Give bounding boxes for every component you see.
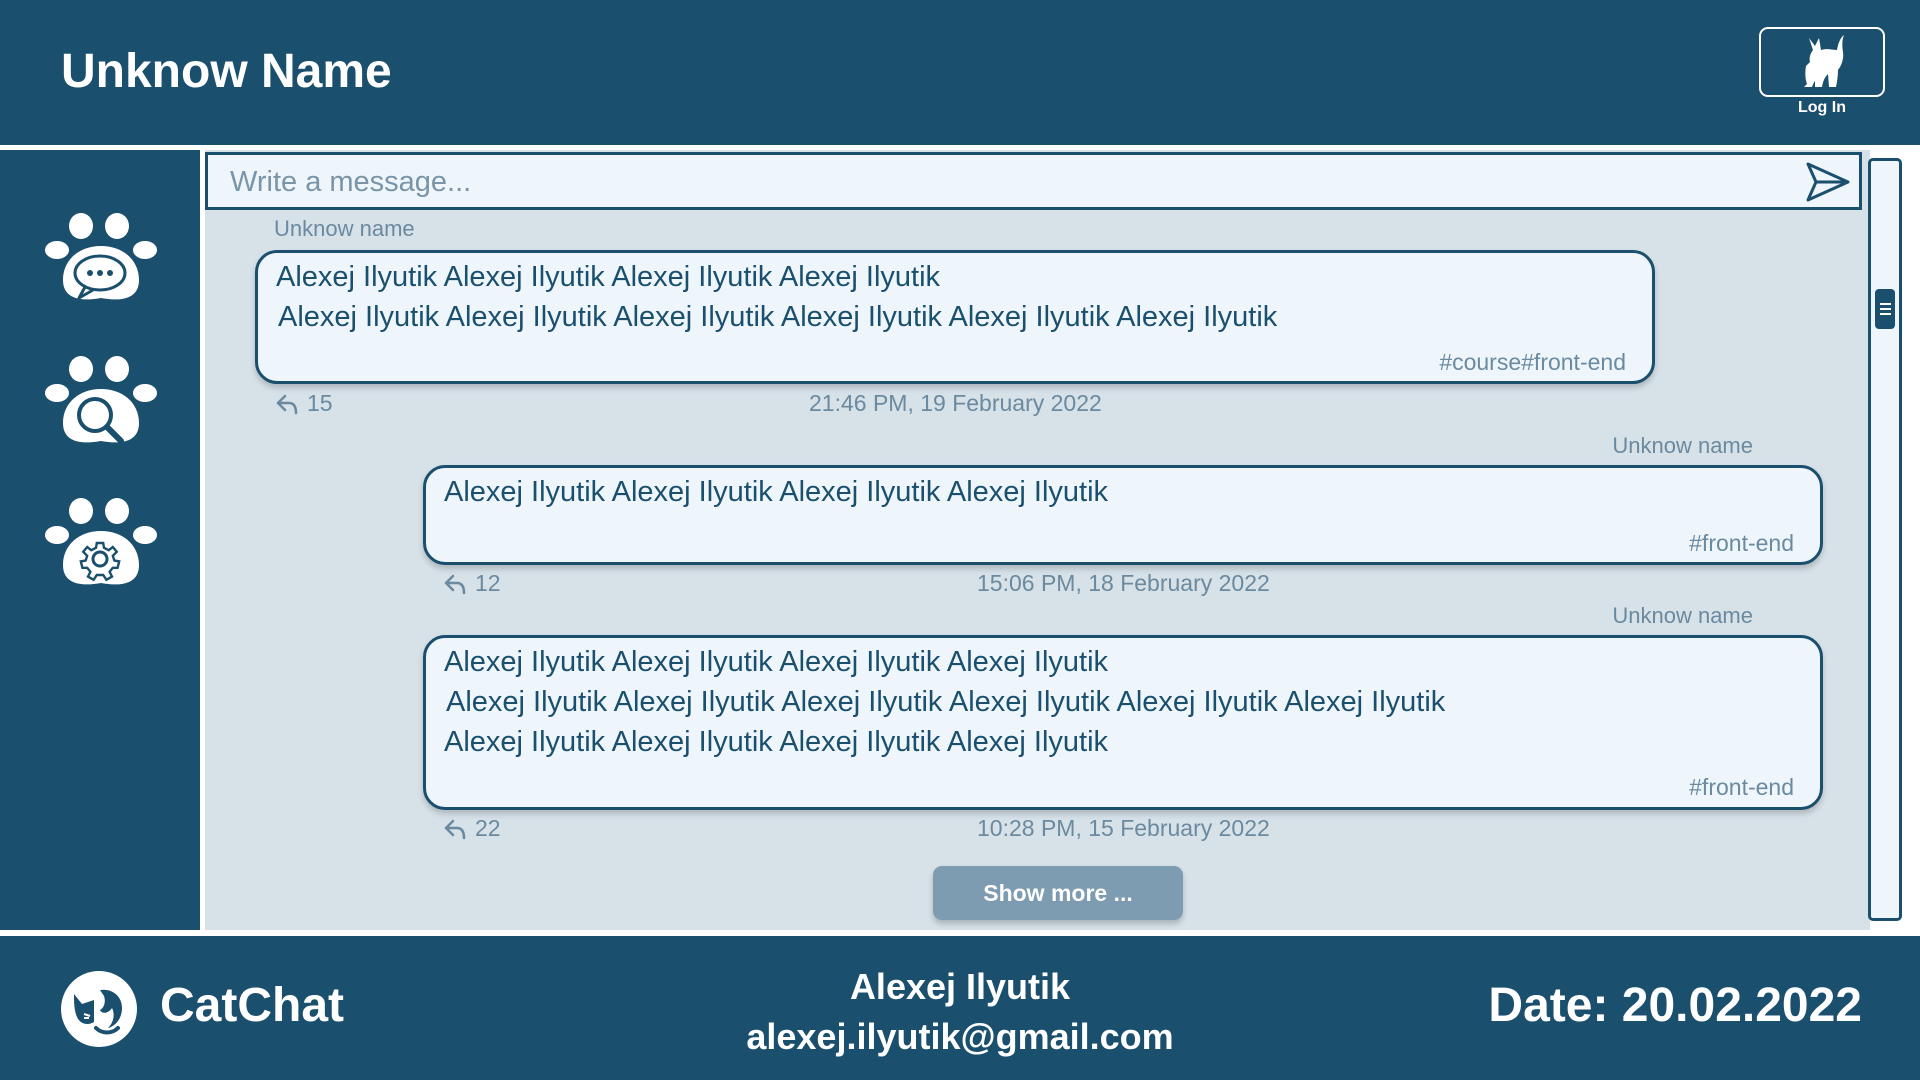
reply-count-value: 12 [475,570,501,596]
message-text-line: Alexej Ilyutik Alexej Ilyutik Alexej Ily… [446,686,1446,718]
reply-icon[interactable] [275,393,299,415]
scrollbar[interactable] [1868,158,1902,921]
paw-settings-icon[interactable] [45,495,157,595]
message-text-line: Alexej Ilyutik Alexej Ilyutik Alexej Ily… [444,726,1109,758]
reply-count[interactable]: 12 [443,570,501,597]
sidebar [0,150,200,930]
app-footer: CatChat Alexej Ilyutik alexej.ilyutik@gm… [0,936,1920,1080]
message-timestamp: 15:06 PM, 18 February 2022 [977,570,1270,596]
reply-icon[interactable] [443,818,467,840]
message-timestamp: 21:46 PM, 19 February 2022 [809,390,1102,416]
message-bubble[interactable]: Alexej Ilyutik Alexej Ilyutik Alexej Ily… [423,465,1823,565]
message-timestamp: 10:28 PM, 15 February 2022 [977,815,1270,841]
reply-count[interactable]: 15 [275,390,333,417]
brand-name: CatChat [160,979,345,1032]
message-text-line: Alexej Ilyutik Alexej Ilyutik Alexej Ily… [444,646,1109,678]
reply-count[interactable]: 22 [443,815,501,842]
scrollbar-thumb[interactable] [1875,289,1895,329]
sidebar-item-chats[interactable] [45,210,157,310]
message-bubble[interactable]: Alexej Ilyutik Alexej Ilyutik Alexej Ily… [423,635,1823,810]
message-bubble[interactable]: Alexej Ilyutik Alexej Ilyutik Alexej Ily… [255,250,1655,384]
sidebar-item-settings[interactable] [45,495,157,595]
cat-icon[interactable] [1759,27,1885,97]
footer-date: Date: 20.02.2022 [1488,979,1862,1032]
paw-chat-icon[interactable] [45,210,157,310]
message-tags[interactable]: #front-end [1689,530,1794,557]
login-label[interactable]: Log In [1759,99,1885,117]
reply-icon[interactable] [443,573,467,595]
message-tags[interactable]: #course#front-end [1439,349,1626,376]
message-text-line: Alexej Ilyutik Alexej Ilyutik Alexej Ily… [278,301,1278,333]
send-icon[interactable] [1805,161,1851,203]
app-header: Unknow Name Log In [0,0,1920,145]
message-composer [205,152,1862,210]
message-panel: Unknow name Alexej Ilyutik Alexej Ilyuti… [205,150,1870,930]
message-author: Unknow name [274,216,415,241]
reply-count-value: 15 [307,390,333,416]
message-author: Unknow name [1612,603,1753,628]
sidebar-item-search[interactable] [45,353,157,453]
message-text-line: Alexej Ilyutik Alexej Ilyutik Alexej Ily… [444,476,1109,508]
show-more-button[interactable]: Show more ... [933,866,1183,920]
footer-author-email[interactable]: alexej.ilyutik@gmail.com [560,1016,1360,1058]
reply-count-value: 22 [475,815,501,841]
message-author: Unknow name [1612,433,1753,458]
message-text-line: Alexej Ilyutik Alexej Ilyutik Alexej Ily… [276,261,941,293]
page-title: Unknow Name [61,45,392,98]
footer-author-name: Alexej Ilyutik [849,966,1071,1007]
message-input[interactable] [230,165,1750,199]
catchat-logo-icon [61,971,137,1047]
login-button[interactable]: Log In [1759,27,1885,117]
message-tags[interactable]: #front-end [1689,774,1794,801]
paw-search-icon[interactable] [45,353,157,453]
